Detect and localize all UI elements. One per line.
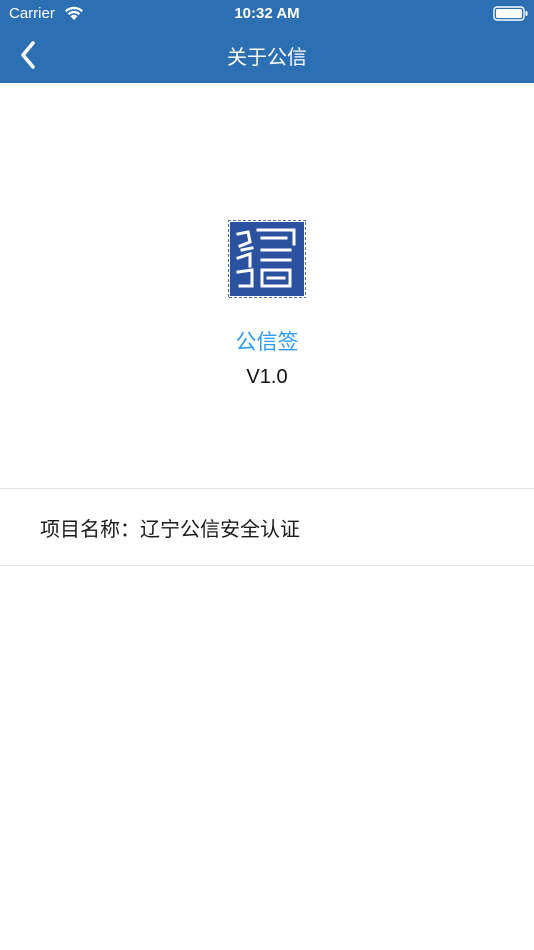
battery-icon <box>493 6 528 21</box>
navigation-bar: 关于公信 <box>0 28 534 83</box>
header-bar: Carrier 10:32 AM 关于公信 <box>0 0 534 83</box>
status-time: 10:32 AM <box>234 5 300 22</box>
app-name: 公信签 <box>235 330 299 354</box>
page-title: 关于公信 <box>227 45 307 69</box>
project-name-row: 项目名称： 辽宁公信安全认证 <box>0 489 534 565</box>
project-value: 辽宁公信安全认证 <box>140 516 300 541</box>
status-bar: Carrier 10:32 AM <box>0 0 534 28</box>
divider <box>0 565 534 566</box>
project-label: 项目名称： <box>40 516 140 541</box>
app-version: V1.0 <box>246 366 288 388</box>
app-logo <box>228 220 306 298</box>
